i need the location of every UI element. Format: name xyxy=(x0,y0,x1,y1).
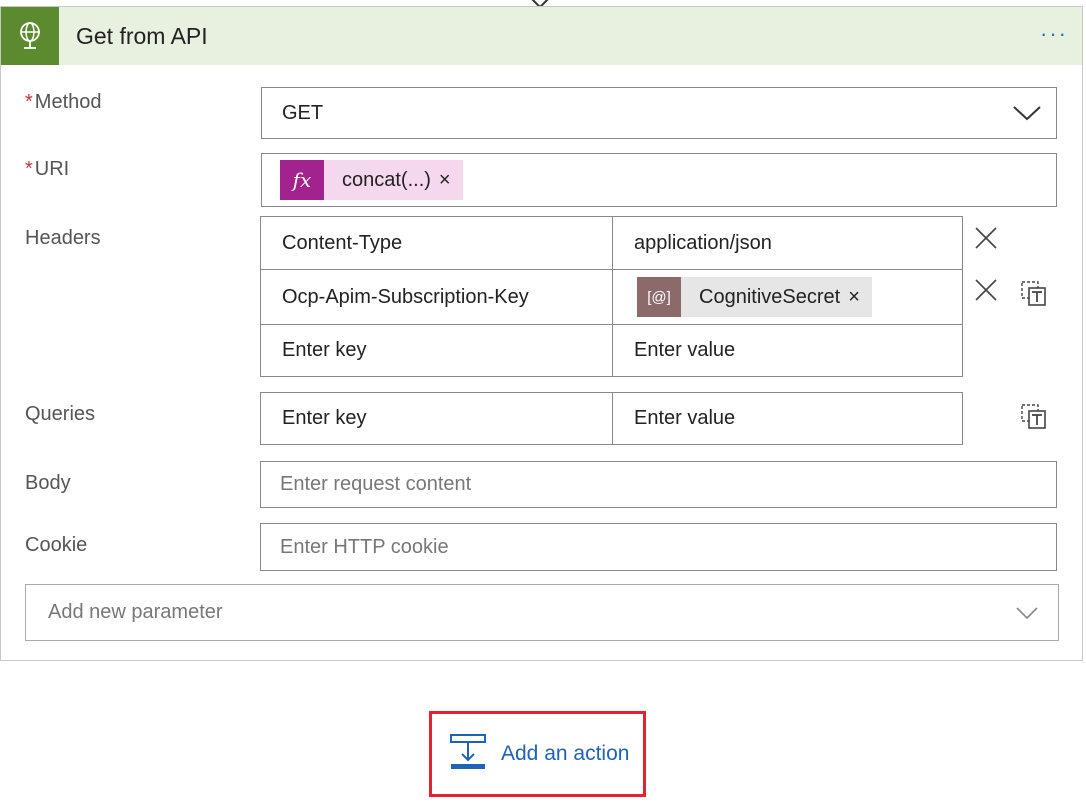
cookie-label: Cookie xyxy=(25,534,88,556)
function-icon: fx xyxy=(280,160,324,200)
add-new-parameter-dropdown[interactable]: Add new parameter xyxy=(25,584,1059,641)
remove-token-button[interactable]: × xyxy=(848,286,872,309)
uri-label: * URI xyxy=(25,158,70,180)
remove-token-button[interactable]: × xyxy=(439,169,463,192)
method-value: GET xyxy=(282,101,324,124)
chevron-down-icon[interactable] xyxy=(997,88,1056,138)
token-label: concat(...) xyxy=(342,168,431,191)
queries-label: Queries xyxy=(25,403,96,425)
cookie-input[interactable]: Enter HTTP cookie xyxy=(260,523,1057,571)
add-parameter-placeholder: Add new parameter xyxy=(48,601,223,623)
method-label: * Method xyxy=(25,91,102,113)
header-key-input[interactable]: Enter key xyxy=(261,325,612,376)
delete-row-button[interactable] xyxy=(973,225,999,251)
switch-to-text-mode-icon[interactable] xyxy=(1020,280,1048,308)
method-select[interactable]: GET xyxy=(261,87,1057,139)
body-label: Body xyxy=(25,472,71,494)
action-card: Get from API ··· * Method GET * URI fx con… xyxy=(0,6,1083,661)
queries-table: Enter key Enter value xyxy=(260,392,963,445)
headers-label: Headers xyxy=(25,227,101,249)
header-value-input[interactable]: Enter value xyxy=(613,325,962,376)
uri-field[interactable]: fx concat(...) × xyxy=(261,153,1057,207)
parameter-icon: [@] xyxy=(637,277,681,317)
more-options-button[interactable]: ··· xyxy=(1040,21,1068,47)
query-value-input[interactable]: Enter value xyxy=(613,393,962,444)
query-key-input[interactable]: Enter key xyxy=(261,393,612,444)
globe-icon xyxy=(1,7,59,65)
add-action-label: Add an action xyxy=(501,742,630,765)
expression-token[interactable]: fx concat(...) × xyxy=(280,160,463,200)
add-action-button[interactable]: Add an action xyxy=(429,711,646,797)
add-action-icon xyxy=(449,733,487,776)
header-value-input[interactable]: application/json xyxy=(613,217,962,269)
body-input[interactable]: Enter request content xyxy=(260,461,1057,508)
chevron-down-icon xyxy=(1016,603,1038,626)
switch-to-text-mode-icon[interactable] xyxy=(1020,403,1048,431)
header-value-input[interactable]: [@] CognitiveSecret × xyxy=(613,270,962,324)
action-title[interactable]: Get from API xyxy=(76,23,208,50)
headers-table: Content-Type application/json Ocp-Apim-S… xyxy=(260,216,963,377)
token-label: CognitiveSecret xyxy=(699,285,841,308)
parameter-token[interactable]: [@] CognitiveSecret × xyxy=(637,277,872,317)
delete-row-button[interactable] xyxy=(973,277,999,303)
action-header[interactable]: Get from API ··· xyxy=(1,7,1082,65)
header-key-input[interactable]: Ocp-Apim-Subscription-Key xyxy=(261,270,612,324)
header-key-input[interactable]: Content-Type xyxy=(261,217,612,269)
